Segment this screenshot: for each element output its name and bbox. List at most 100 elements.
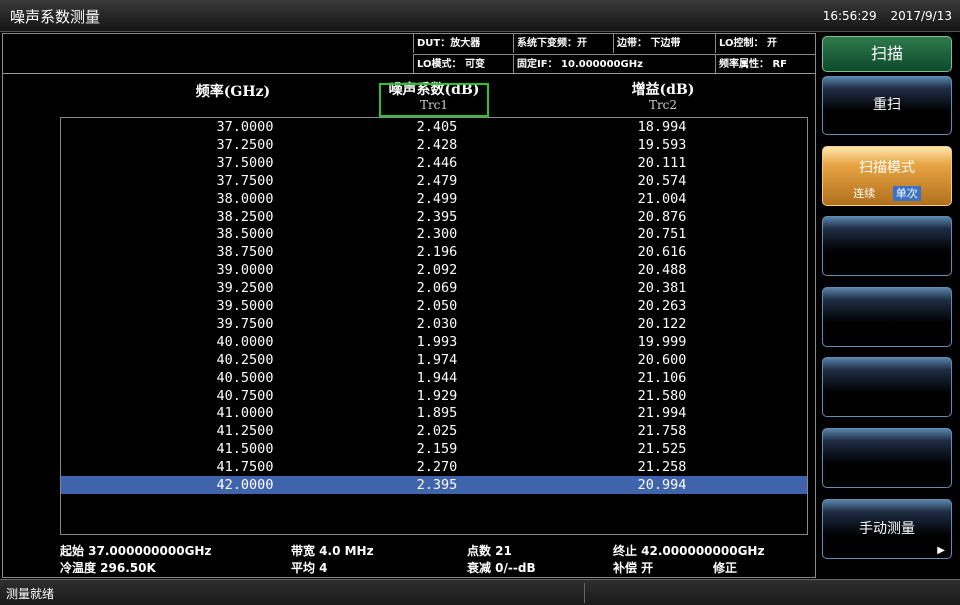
manual-measure-label: 手动测量 <box>859 521 915 537</box>
correction[interactable]: 修正 <box>713 559 737 576</box>
table-row[interactable]: 41.0000 1.895 21.994 <box>61 404 807 422</box>
scan-mode-options: 连续 单次 <box>823 185 951 201</box>
scan-mode-continuous: 连续 <box>853 187 876 200</box>
fixed-if-info: 固定IF： 10.000000GHz <box>513 54 715 73</box>
status-message: 测量就绪 <box>6 587 55 601</box>
noise-figure-cell: 1.929 <box>416 387 458 404</box>
gain-cell: 20.616 <box>637 244 687 261</box>
gain-cell: 20.876 <box>637 208 687 225</box>
table-row[interactable]: 41.7500 2.270 21.258 <box>61 458 807 476</box>
bandwidth[interactable]: 带宽 4.0 MHz <box>291 542 374 559</box>
gain-cell: 20.263 <box>637 298 687 314</box>
gain-cell: 21.258 <box>637 459 687 476</box>
cold-temperature[interactable]: 冷温度 296.50K <box>60 559 156 576</box>
table-row[interactable]: 39.7500 2.030 20.122 <box>61 315 807 333</box>
gain-header-label: 增益(dB) <box>631 82 695 98</box>
table-row[interactable]: 41.5000 2.159 21.525 <box>61 440 807 458</box>
clock: 16:56:29 2017/9/13 <box>813 9 952 23</box>
gain-cell: 21.525 <box>637 441 687 458</box>
measurement-panel: DUT：放大器 系统下变频：开 边带： 下边带 LO控制： 开 LO模式： 可变… <box>2 33 816 578</box>
noise-figure-cell: 2.069 <box>416 280 458 297</box>
gain-cell: 19.999 <box>637 333 687 350</box>
points[interactable]: 点数 21 <box>467 542 512 559</box>
frequency-cell: 40.2500 <box>216 351 274 368</box>
noise-figure-cell: 2.196 <box>416 244 458 261</box>
start-frequency[interactable]: 起始 37.000000000GHz <box>60 542 211 559</box>
frequency-cell: 39.2500 <box>216 280 274 297</box>
softkey-empty-4[interactable] <box>822 428 952 488</box>
table-row[interactable]: 40.7500 1.929 21.580 <box>61 387 807 405</box>
compensation[interactable]: 补偿 开 <box>613 559 653 576</box>
lo-mode-info: LO模式： 可变 <box>413 54 513 73</box>
noise-figure-cell: 2.092 <box>416 262 458 279</box>
table-row[interactable]: 40.0000 1.993 19.999 <box>61 333 807 351</box>
softkey-empty-3[interactable] <box>822 357 952 417</box>
sideband-info: 边带： 下边带 <box>613 34 715 53</box>
frequency-cell: 37.5000 <box>216 154 274 171</box>
frequency-cell: 37.0000 <box>216 119 274 135</box>
attenuation[interactable]: 衰减 0/--dB <box>467 559 536 576</box>
table-row[interactable]: 40.2500 1.974 20.600 <box>61 351 807 369</box>
frequency-cell: 41.2500 <box>216 423 274 440</box>
gain-cell: 20.751 <box>637 226 687 243</box>
frequency-cell: 39.0000 <box>216 262 274 279</box>
frequency-cell: 41.7500 <box>216 459 274 476</box>
softkey-empty-1[interactable] <box>822 216 952 276</box>
table-row[interactable]: 37.5000 2.446 20.111 <box>61 154 807 172</box>
frequency-cell: 38.7500 <box>216 244 274 261</box>
gain-cell: 20.122 <box>637 315 687 332</box>
table-row[interactable]: 37.0000 2.405 18.994 <box>61 118 807 136</box>
table-row[interactable]: 40.5000 1.944 21.106 <box>61 369 807 387</box>
status-bar: 测量就绪 <box>0 579 960 605</box>
parameter-footer: 起始 37.000000000GHz 带宽 4.0 MHz 点数 21 终止 4… <box>3 538 815 578</box>
scan-button[interactable]: 扫描 <box>822 36 952 72</box>
gain-cell: 21.994 <box>637 405 687 422</box>
measurement-table: 37.0000 2.405 18.994 37.2500 2.428 19.593 37.5… <box>60 117 808 535</box>
table-row[interactable]: 38.2500 2.395 20.876 <box>61 208 807 226</box>
noise-figure-cell: 2.499 <box>416 190 458 207</box>
table-row[interactable]: 37.7500 2.479 20.574 <box>61 172 807 190</box>
window-title: 噪声系数测量 <box>10 8 101 26</box>
clock-time: 16:56:29 <box>822 9 877 23</box>
scan-mode-label: 扫描模式 <box>859 160 915 176</box>
table-row[interactable]: 38.0000 2.499 21.004 <box>61 190 807 208</box>
average[interactable]: 平均 4 <box>291 559 328 576</box>
noise-figure-cell: 2.270 <box>416 459 458 476</box>
softkey-empty-2[interactable] <box>822 287 952 347</box>
table-row[interactable]: 39.5000 2.050 20.263 <box>61 297 807 315</box>
noise-figure-cell: 2.050 <box>416 298 458 314</box>
noise-figure-cell: 1.993 <box>416 333 458 350</box>
noise-figure-cell: 2.395 <box>416 477 458 493</box>
noise-figure-cell: 2.025 <box>416 423 458 440</box>
frequency-cell: 41.5000 <box>216 441 274 458</box>
downconvert-info: 系统下变频：开 <box>513 34 613 53</box>
status-divider <box>584 583 585 603</box>
frequency-cell: 42.0000 <box>216 477 274 493</box>
table-row[interactable]: 38.7500 2.196 20.616 <box>61 243 807 261</box>
gain-cell: 20.488 <box>637 262 687 279</box>
frequency-cell: 40.7500 <box>216 387 274 404</box>
table-row[interactable]: 37.2500 2.428 19.593 <box>61 136 807 154</box>
submenu-arrow-icon: ▶ <box>937 545 945 556</box>
noise-figure-cell: 2.479 <box>416 172 458 189</box>
scan-mode-button[interactable]: 扫描模式 连续 单次 <box>822 146 952 206</box>
gain-cell: 21.106 <box>637 369 687 386</box>
column-header-gain[interactable]: 增益(dB) Trc2 <box>583 79 743 111</box>
scan-mode-single: 单次 <box>892 186 921 201</box>
table-row[interactable]: 42.0000 2.395 20.994 <box>61 476 807 494</box>
stop-frequency[interactable]: 终止 42.000000000GHz <box>613 542 764 559</box>
noise-figure-cell: 2.300 <box>416 226 458 243</box>
manual-measure-button[interactable]: 手动测量 ▶ <box>822 499 952 559</box>
table-row[interactable]: 39.0000 2.092 20.488 <box>61 261 807 279</box>
clock-date: 2017/9/13 <box>890 9 952 23</box>
gain-cell: 21.004 <box>637 190 687 207</box>
rescan-button[interactable]: 重扫 <box>822 76 952 135</box>
table-row[interactable]: 39.2500 2.069 20.381 <box>61 279 807 297</box>
table-row[interactable]: 38.5000 2.300 20.751 <box>61 225 807 243</box>
frequency-cell: 38.5000 <box>216 226 274 243</box>
lo-control-info: LO控制： 开 <box>715 34 815 53</box>
frequency-cell: 37.7500 <box>216 172 274 189</box>
frequency-cell: 38.0000 <box>216 190 274 207</box>
noise-figure-cell: 2.446 <box>416 154 458 171</box>
table-row[interactable]: 41.2500 2.025 21.758 <box>61 422 807 440</box>
